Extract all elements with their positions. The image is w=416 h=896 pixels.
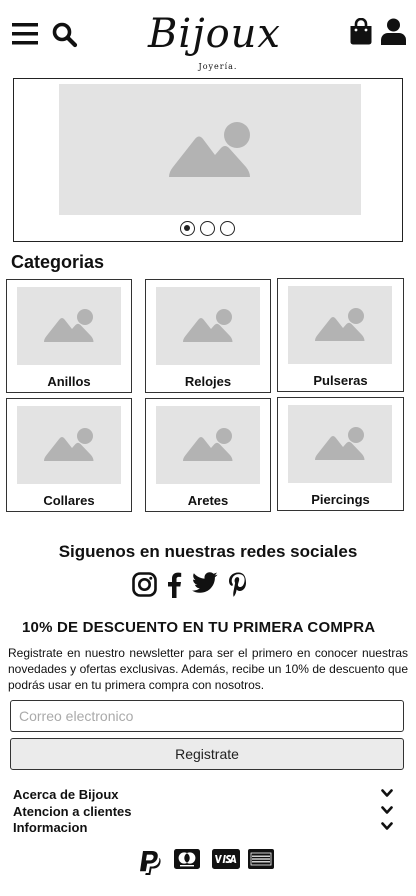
logo-subtitle: Joyería. xyxy=(198,62,238,71)
footer-accordion-item[interactable]: Atencion a clientes xyxy=(13,804,399,820)
twitter-icon[interactable] xyxy=(192,572,218,594)
user-icon[interactable] xyxy=(381,18,406,45)
category-image-placeholder xyxy=(17,287,121,365)
brand-logo[interactable]: Bijoux Joyería. xyxy=(148,10,280,76)
carousel-dot-3[interactable] xyxy=(220,221,235,236)
category-label: Relojes xyxy=(184,374,232,389)
category-label: Piercings xyxy=(311,492,370,507)
categories-title: Categorias xyxy=(11,252,105,272)
logo-text: Bijoux xyxy=(148,11,281,57)
category-card[interactable]: Aretes xyxy=(145,398,271,512)
category-label: Collares xyxy=(43,493,95,508)
footer-accordion-label: Atencion a clientes xyxy=(13,804,132,819)
facebook-icon[interactable] xyxy=(166,572,182,598)
hero-carousel[interactable] xyxy=(13,78,403,242)
category-label: Anillos xyxy=(47,374,91,389)
category-label: Pulseras xyxy=(313,373,368,388)
visa-icon xyxy=(212,849,240,869)
image-placeholder-icon xyxy=(315,427,365,460)
pinterest-icon[interactable] xyxy=(228,572,248,598)
instagram-icon[interactable] xyxy=(132,572,157,597)
category-label: Aretes xyxy=(187,493,229,508)
carousel-dot-1[interactable] xyxy=(180,221,195,236)
chevron-down-icon xyxy=(381,822,393,830)
hamburger-menu-icon[interactable] xyxy=(12,22,38,46)
paypal-icon xyxy=(140,851,161,875)
social-title: Siguenos en nuestras redes sociales xyxy=(58,542,358,561)
promo-text: Registrate en nuestro newsletter para se… xyxy=(8,646,408,692)
footer-accordion-item[interactable]: Informacion xyxy=(13,820,399,836)
footer-accordion-label: Acerca de Bijoux xyxy=(13,787,119,802)
category-image-placeholder xyxy=(156,287,260,365)
footer-accordion-label: Informacion xyxy=(13,820,88,835)
image-placeholder-icon xyxy=(183,309,233,342)
category-card[interactable]: Piercings xyxy=(277,397,404,511)
mastercard-icon xyxy=(174,849,200,869)
search-icon[interactable] xyxy=(52,22,78,48)
image-placeholder-icon xyxy=(169,122,250,177)
register-button[interactable]: Registrate xyxy=(10,738,404,770)
american-express-icon xyxy=(248,849,274,869)
image-placeholder-icon xyxy=(44,428,94,461)
email-field[interactable] xyxy=(10,700,404,732)
footer-accordion-item[interactable]: Acerca de Bijoux xyxy=(13,787,399,803)
image-placeholder-icon xyxy=(183,428,233,461)
category-image-placeholder xyxy=(17,406,121,484)
image-placeholder-icon xyxy=(44,309,94,342)
category-image-placeholder xyxy=(288,286,392,364)
category-card[interactable]: Pulseras xyxy=(277,278,404,392)
category-card[interactable]: Relojes xyxy=(145,279,271,393)
image-placeholder-icon xyxy=(315,308,365,341)
chevron-down-icon xyxy=(381,806,393,814)
hero-image-placeholder xyxy=(59,84,361,215)
category-card[interactable]: Collares xyxy=(6,398,132,512)
category-image-placeholder xyxy=(288,405,392,483)
promo-title: 10% DE DESCUENTO EN TU PRIMERA COMPRA xyxy=(22,619,376,636)
category-card[interactable]: Anillos xyxy=(6,279,132,393)
shopping-bag-icon[interactable] xyxy=(349,18,373,45)
category-image-placeholder xyxy=(156,406,260,484)
chevron-down-icon xyxy=(381,789,393,797)
carousel-dot-2[interactable] xyxy=(200,221,215,236)
